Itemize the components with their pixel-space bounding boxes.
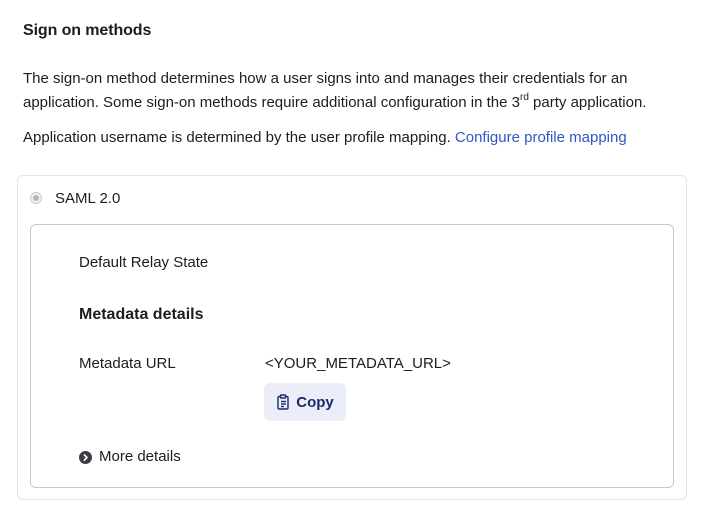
copy-button-label: Copy <box>296 393 334 411</box>
section-title: Sign on methods <box>23 22 152 39</box>
description-text-end: party application. <box>528 94 647 111</box>
metadata-url-label: Metadata URL <box>79 355 176 372</box>
chevron-right-circle-icon <box>79 450 92 464</box>
more-details-label: More details <box>99 448 181 465</box>
metadata-details-heading: Metadata details <box>79 306 204 323</box>
username-mapping-note: Application username is determined by th… <box>23 127 627 149</box>
metadata-url-value: <YOUR_METADATA_URL> <box>265 355 451 372</box>
username-mapping-text: Application username is determined by th… <box>23 129 455 146</box>
more-details-toggle[interactable]: More details <box>79 447 181 467</box>
copy-button[interactable]: Copy <box>264 383 346 421</box>
saml-radio-button[interactable] <box>30 192 42 204</box>
saml-radio-label[interactable]: SAML 2.0 <box>55 189 120 209</box>
default-relay-state-label: Default Relay State <box>79 254 209 271</box>
sign-on-methods-page: Sign on methods The sign-on method deter… <box>0 0 703 515</box>
description-superscript: rd <box>519 92 529 103</box>
clipboard-icon <box>276 394 290 410</box>
section-description: The sign-on method determines how a user… <box>23 67 683 115</box>
configure-profile-mapping-link[interactable]: Configure profile mapping <box>455 129 627 146</box>
